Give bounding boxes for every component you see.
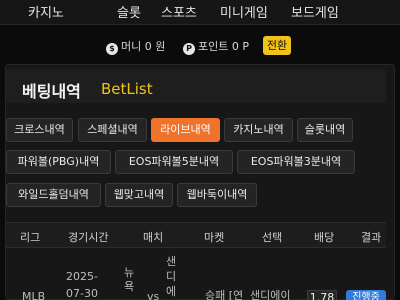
cell-time-date: 2025-	[66, 270, 98, 283]
cell-away-team3: 에	[166, 285, 177, 298]
cell-market: 승패 [연	[205, 289, 244, 300]
header-match: 매치	[143, 231, 164, 244]
tab-cross[interactable]: 크로스내역	[6, 118, 73, 142]
cell-home-team2: 욕	[124, 280, 135, 293]
tab-casino[interactable]: 카지노내역	[224, 118, 293, 142]
cell-home-team: 뉴	[124, 266, 135, 279]
tab-web-baduki[interactable]: 웹바둑이내역	[177, 183, 257, 207]
point-coin-icon: P	[183, 43, 195, 55]
header-league: 리그	[20, 231, 41, 244]
top-nav: 카지노 슬롯 스포츠 미니게임 보드게임	[0, 0, 400, 25]
status-badge: 진행중	[346, 290, 386, 300]
money-label: 머니 0 원	[121, 40, 166, 53]
tab-special[interactable]: 스페셜내역	[78, 118, 147, 142]
cell-vs: vs	[147, 290, 160, 300]
nav-sports[interactable]: 스포츠	[161, 2, 197, 21]
tab-eos-powerball-5min[interactable]: EOS파워볼5분내역	[115, 150, 233, 174]
page-subtitle: BetList	[101, 80, 153, 98]
tab-wild-holdem[interactable]: 와일드홀덤내역	[6, 183, 101, 207]
nav-casino[interactable]: 카지노	[28, 2, 64, 21]
nav-slot[interactable]: 슬롯	[117, 2, 141, 21]
nav-minigame[interactable]: 미니게임	[220, 2, 268, 21]
cell-away-team2: 디	[166, 270, 177, 283]
header-selection: 선택	[262, 231, 283, 244]
cell-away-team: 샌	[166, 255, 177, 268]
odds-button[interactable]: 1.78	[307, 290, 337, 300]
point-balance: P 포인트 0 P	[183, 38, 249, 55]
tab-live[interactable]: 라이브내역	[151, 118, 220, 142]
nav-boardgame[interactable]: 보드게임	[291, 2, 339, 21]
tab-powerball-pbg[interactable]: 파워볼(PBG)내역	[6, 150, 111, 174]
tab-slot[interactable]: 슬롯내역	[297, 118, 353, 142]
exchange-button[interactable]: 전환	[263, 36, 291, 55]
tab-eos-powerball-3min[interactable]: EOS파워볼3분내역	[237, 150, 355, 174]
page-title: 베팅내역	[22, 82, 81, 101]
header-odds: 배당	[314, 231, 335, 244]
cell-time-date2: 07-30	[66, 287, 98, 300]
header-result: 결과	[361, 231, 382, 244]
tab-web-matgo[interactable]: 웹맞고내역	[105, 183, 173, 207]
cell-selection: 샌디에이	[250, 289, 291, 300]
cell-league: MLB	[22, 290, 46, 300]
header-market: 마켓	[204, 231, 225, 244]
dollar-coin-icon: $	[106, 43, 118, 55]
money-balance: $ 머니 0 원	[106, 38, 165, 55]
point-label: 포인트 0 P	[198, 40, 249, 53]
header-time: 경기시간	[68, 231, 109, 244]
